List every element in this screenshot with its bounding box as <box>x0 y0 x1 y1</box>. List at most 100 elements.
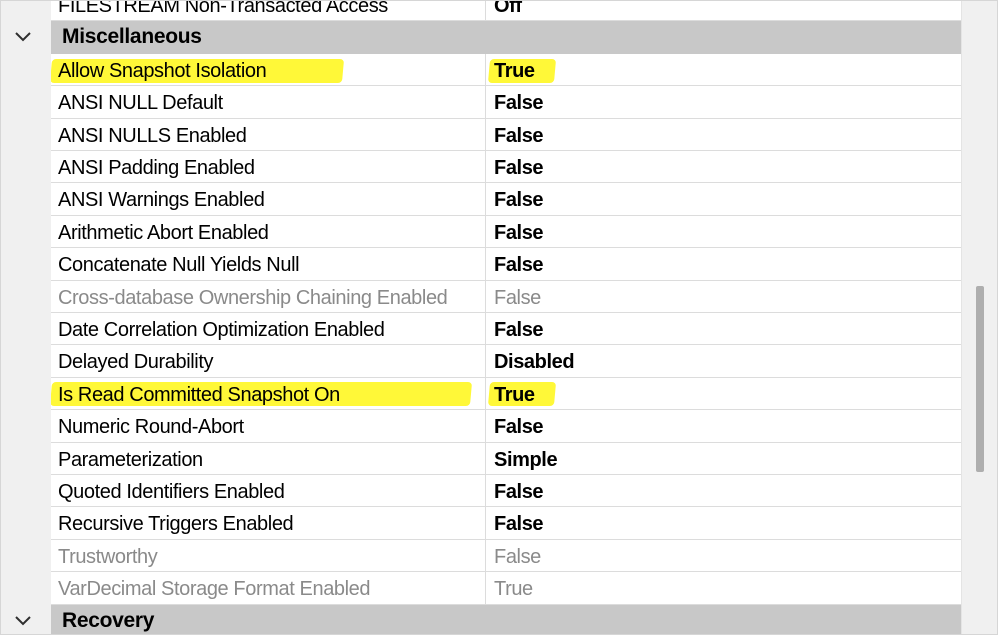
property-value-cell[interactable]: True <box>486 378 963 411</box>
section-header-miscellaneous[interactable]: Miscellaneous <box>1 21 963 54</box>
property-value: False <box>494 124 544 147</box>
property-row-parameterization[interactable]: Parameterization Simple <box>1 442 963 475</box>
property-row-ansi-padding-enabled[interactable]: ANSI Padding Enabled False <box>1 151 963 184</box>
property-row-numeric-round-abort[interactable]: Numeric Round-Abort False <box>1 410 963 443</box>
chevron-down-icon[interactable] <box>14 615 32 628</box>
property-value-cell[interactable]: False <box>486 248 963 281</box>
property-name-cell[interactable]: Concatenate Null Yields Null <box>51 248 486 281</box>
property-row-vardecimal-storage-format-enabled[interactable]: VarDecimal Storage Format Enabled True <box>1 572 963 605</box>
property-value-cell[interactable]: False <box>486 507 963 540</box>
scrollbar-thumb[interactable] <box>976 286 984 472</box>
property-name-cell[interactable]: Delayed Durability <box>51 345 486 378</box>
section-gutter <box>1 604 51 634</box>
property-name-cell[interactable]: VarDecimal Storage Format Enabled <box>51 572 486 605</box>
row-gutter <box>1 410 51 443</box>
row-gutter <box>1 539 51 573</box>
property-name-cell[interactable]: ANSI NULL Default <box>51 86 486 119</box>
property-value-cell[interactable]: False <box>486 118 963 151</box>
property-name-cell[interactable]: Arithmetic Abort Enabled <box>51 215 486 249</box>
row-gutter <box>1 442 51 475</box>
property-value-cell[interactable]: False <box>486 215 963 249</box>
property-value-cell[interactable]: False <box>486 86 963 119</box>
property-row-is-read-committed-snapshot-on[interactable]: Is Read Committed Snapshot On True <box>1 377 963 411</box>
row-gutter <box>1 313 51 346</box>
property-value: Simple <box>494 448 558 471</box>
property-name: VarDecimal Storage Format Enabled <box>58 578 371 601</box>
property-row-cross-database-ownership-chaining-enabled[interactable]: Cross-database Ownership Chaining Enable… <box>1 280 963 313</box>
row-gutter <box>1 248 51 281</box>
property-name: Is Read Committed Snapshot On <box>58 383 340 406</box>
row-gutter <box>1 118 51 151</box>
property-value-cell[interactable]: False <box>486 313 963 346</box>
property-name-cell[interactable]: Parameterization <box>51 442 486 475</box>
row-gutter <box>1 1 51 22</box>
property-name: Allow Snapshot Isolation <box>58 59 267 82</box>
property-value: True <box>494 578 533 601</box>
property-value-cell[interactable]: False <box>486 280 963 313</box>
property-value: False <box>494 319 544 341</box>
row-gutter <box>1 507 51 540</box>
property-value-cell[interactable]: Disabled <box>486 345 963 378</box>
property-value-cell[interactable]: False <box>486 410 963 443</box>
property-grid-window: FILESTREAM Non-Transacted Access Off Mis… <box>0 0 998 635</box>
section-title: Miscellaneous <box>62 25 202 49</box>
property-name: Quoted Identifiers Enabled <box>58 481 285 503</box>
property-name-cell[interactable]: Date Correlation Optimization Enabled <box>51 313 486 346</box>
property-value: False <box>494 157 544 179</box>
property-row-ansi-nulls-enabled[interactable]: ANSI NULLS Enabled False <box>1 118 963 151</box>
property-name-cell[interactable]: Numeric Round-Abort <box>51 410 486 443</box>
property-name-cell[interactable]: ANSI Padding Enabled <box>51 151 486 184</box>
property-name: Parameterization <box>58 448 203 471</box>
property-name-cell[interactable]: Cross-database Ownership Chaining Enable… <box>51 280 486 313</box>
property-name: ANSI Warnings Enabled <box>58 189 265 212</box>
vertical-scrollbar[interactable] <box>961 1 997 634</box>
row-gutter <box>1 151 51 184</box>
property-name-cell[interactable]: FILESTREAM Non-Transacted Access <box>51 0 486 22</box>
property-row-concatenate-null-yields-null[interactable]: Concatenate Null Yields Null False <box>1 248 963 281</box>
property-value: False <box>494 254 544 277</box>
property-name: Cross-database Ownership Chaining Enable… <box>58 286 448 309</box>
property-row-allow-snapshot-isolation[interactable]: Allow Snapshot Isolation True <box>1 53 963 87</box>
property-row-quoted-identifiers-enabled[interactable]: Quoted Identifiers Enabled False <box>1 475 963 508</box>
property-value-cell[interactable]: False <box>486 475 963 508</box>
property-value: False <box>494 221 544 244</box>
property-name: FILESTREAM Non-Transacted Access <box>58 0 388 17</box>
property-row-trustworthy[interactable]: Trustworthy False <box>1 539 963 573</box>
property-value-cell[interactable]: True <box>486 54 963 87</box>
property-name-cell[interactable]: Trustworthy <box>51 539 486 573</box>
row-gutter <box>1 377 51 411</box>
property-name-cell[interactable]: Recursive Triggers Enabled <box>51 507 486 540</box>
section-band: Recovery <box>51 604 963 634</box>
property-name-cell[interactable]: Is Read Committed Snapshot On <box>51 377 486 411</box>
property-name: ANSI Padding Enabled <box>58 157 255 179</box>
chevron-down-icon[interactable] <box>14 31 32 44</box>
property-row-date-correlation-optimization-enabled[interactable]: Date Correlation Optimization Enabled Fa… <box>1 313 963 346</box>
property-name: Numeric Round-Abort <box>58 416 244 439</box>
property-value-cell[interactable]: Simple <box>486 442 963 475</box>
property-name-cell[interactable]: Allow Snapshot Isolation <box>51 53 486 87</box>
property-value: False <box>494 416 544 439</box>
property-row-ansi-null-default[interactable]: ANSI NULL Default False <box>1 86 963 119</box>
property-name: Concatenate Null Yields Null <box>58 254 300 277</box>
property-value: Off <box>494 0 522 17</box>
property-value-cell[interactable]: True <box>486 572 963 605</box>
property-value-cell[interactable]: False <box>486 539 963 573</box>
property-row-filestream-non-transacted-access[interactable]: FILESTREAM Non-Transacted Access Off <box>1 0 963 22</box>
property-row-ansi-warnings-enabled[interactable]: ANSI Warnings Enabled False <box>1 183 963 216</box>
property-name-cell[interactable]: ANSI NULLS Enabled <box>51 118 486 151</box>
row-gutter <box>1 475 51 508</box>
section-band: Miscellaneous <box>51 21 963 54</box>
property-name-cell[interactable]: ANSI Warnings Enabled <box>51 183 486 216</box>
row-gutter <box>1 53 51 87</box>
row-gutter <box>1 215 51 249</box>
property-value-cell[interactable]: False <box>486 151 963 184</box>
property-row-arithmetic-abort-enabled[interactable]: Arithmetic Abort Enabled False <box>1 215 963 249</box>
property-name: ANSI NULL Default <box>58 92 223 115</box>
property-value-cell[interactable]: False <box>486 183 963 216</box>
property-name: Arithmetic Abort Enabled <box>58 221 269 244</box>
property-value-cell[interactable]: Off <box>486 0 963 22</box>
property-row-delayed-durability[interactable]: Delayed Durability Disabled <box>1 345 963 378</box>
section-header-recovery[interactable]: Recovery <box>1 604 963 634</box>
property-name-cell[interactable]: Quoted Identifiers Enabled <box>51 475 486 508</box>
property-row-recursive-triggers-enabled[interactable]: Recursive Triggers Enabled False <box>1 507 963 540</box>
